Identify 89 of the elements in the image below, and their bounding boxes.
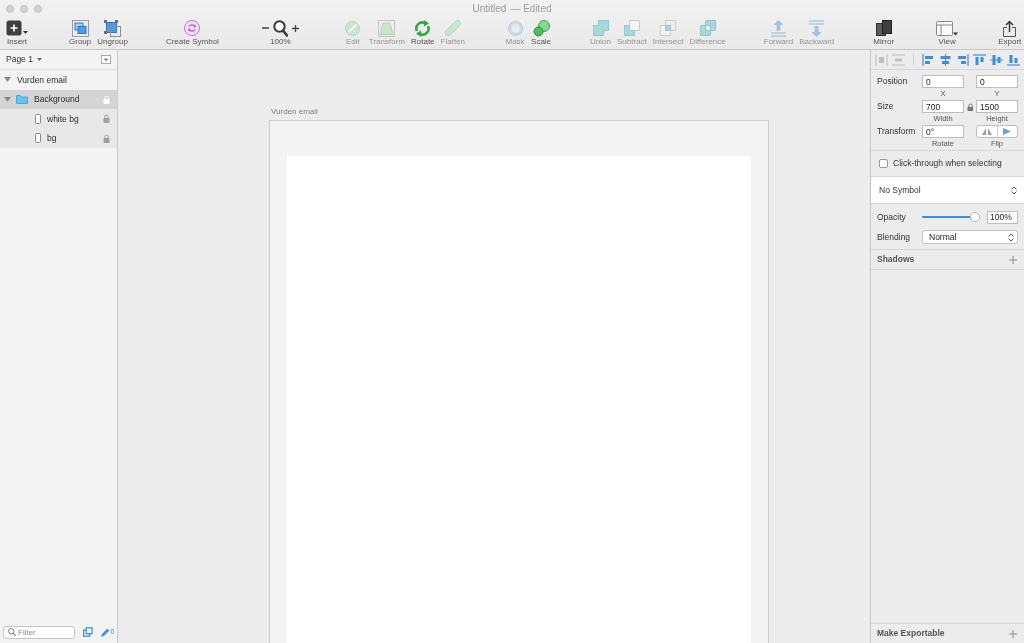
pencil-icon[interactable]: [100, 627, 110, 637]
scale-button[interactable]: Scale: [531, 19, 552, 46]
triangle-right-icon: [1003, 128, 1012, 135]
zoom-button[interactable]: 100%: [261, 19, 299, 46]
circular-arrows-icon: [414, 19, 432, 37]
opacity-field[interactable]: 100%: [987, 210, 1018, 224]
align-top-icon[interactable]: [973, 53, 986, 66]
blending-select[interactable]: Normal: [922, 230, 1018, 244]
edited-status: — Edited: [510, 3, 552, 14]
artboard-title[interactable]: Vurden email: [269, 107, 318, 117]
arrow-up-layers-icon: [769, 19, 787, 37]
section-title: Make Exportable: [877, 628, 945, 639]
field-label: Blending: [877, 231, 912, 243]
align-right-icon[interactable]: [956, 53, 969, 66]
field-label: Position: [877, 76, 909, 87]
mirror-panels-icon: [875, 20, 892, 36]
slider-thumb[interactable]: [970, 212, 980, 222]
checkbox[interactable]: [879, 159, 888, 168]
page-menu[interactable]: Page 1: [6, 54, 42, 65]
insert-button[interactable]: Insert: [6, 19, 28, 46]
opacity-slider[interactable]: [922, 212, 980, 222]
folder-icon: [16, 94, 28, 105]
grouped-squares-icon: [71, 19, 89, 37]
zoom-window-button[interactable]: [34, 5, 42, 13]
layer-row[interactable]: Vurden email: [0, 70, 117, 90]
lock-icon[interactable]: [967, 102, 973, 111]
field-label: Transform: [877, 126, 917, 137]
align-center-icon[interactable]: [939, 53, 952, 66]
share-arrow-icon: [1003, 19, 1017, 37]
checkbox-label: Click-through when selecting: [893, 158, 1002, 169]
stacked-squares-icon[interactable]: [83, 627, 93, 637]
close-window-button[interactable]: [6, 5, 14, 13]
mirrored-triangles-icon: [981, 128, 992, 135]
plus-square-icon: [6, 20, 28, 36]
group-button[interactable]: Group: [69, 19, 92, 46]
chevron-updown-icon: [1008, 232, 1014, 242]
minus-icon: [261, 27, 269, 29]
layer-row[interactable]: white bg: [0, 109, 117, 129]
arrow-down-layers-icon: [808, 19, 826, 37]
window-title: Untitled: [472, 3, 507, 14]
rectangle-layer-icon: [35, 133, 41, 144]
disclosure-triangle-icon[interactable]: [4, 96, 11, 102]
rotation-field[interactable]: 0°: [922, 125, 964, 138]
symbol-circle-icon: [184, 20, 201, 36]
minimize-window-button[interactable]: [20, 5, 28, 13]
slashed-circle-icon: [345, 20, 361, 36]
size-field[interactable]: 1500: [976, 100, 1018, 113]
field-label: Opacity: [877, 211, 907, 223]
layer-row[interactable]: Background: [0, 89, 117, 109]
symbol-select[interactable]: No Symbol: [871, 177, 1024, 204]
scale-circles-icon: [532, 19, 550, 37]
rectangle-layer-icon: [35, 113, 41, 124]
disclosure-triangle-icon[interactable]: [4, 77, 11, 83]
plus-icon: [291, 24, 299, 32]
magnifier-icon: [272, 19, 288, 37]
size-field[interactable]: 700: [922, 100, 964, 113]
section-title: Shadows: [877, 254, 915, 265]
position-field[interactable]: 0: [976, 75, 1018, 88]
plus-icon[interactable]: [1009, 255, 1017, 264]
subtract-squares-icon: [623, 20, 640, 36]
mirror-button[interactable]: Mirror: [873, 19, 895, 46]
chevron-updown-icon: [1011, 185, 1017, 195]
lock-icon[interactable]: [103, 133, 110, 143]
filter-field[interactable]: Filter: [3, 625, 75, 639]
union-squares-icon: [592, 20, 609, 36]
align-middle-icon[interactable]: [990, 53, 1003, 66]
window-layout-icon: [936, 20, 959, 36]
view-button[interactable]: View: [936, 19, 959, 46]
ungroup-squares-icon: [104, 19, 122, 37]
mask-circle-icon: [507, 20, 523, 36]
caret-down-icon: [36, 58, 42, 61]
create-symbol-button[interactable]: Create Symbol: [165, 19, 219, 46]
plus-icon[interactable]: [1009, 629, 1017, 638]
difference-squares-icon: [699, 20, 716, 36]
layer-row[interactable]: bg: [0, 128, 117, 148]
search-icon: [8, 628, 16, 636]
field-label: Size: [877, 101, 895, 112]
trapezoid-icon: [378, 19, 396, 37]
lock-icon[interactable]: [103, 114, 110, 124]
export-button[interactable]: Export: [998, 19, 1022, 46]
position-field[interactable]: 0: [922, 75, 964, 88]
pill-icon: [443, 19, 462, 37]
dropdown-square-icon[interactable]: [101, 55, 111, 64]
align-left-icon[interactable]: [922, 53, 935, 66]
intersect-squares-icon: [660, 20, 677, 36]
ungroup-button[interactable]: Ungroup: [97, 19, 128, 46]
align-bottom-icon[interactable]: [1007, 53, 1020, 66]
rotate-button[interactable]: Rotate: [411, 19, 435, 46]
flip-control[interactable]: [976, 125, 1018, 138]
